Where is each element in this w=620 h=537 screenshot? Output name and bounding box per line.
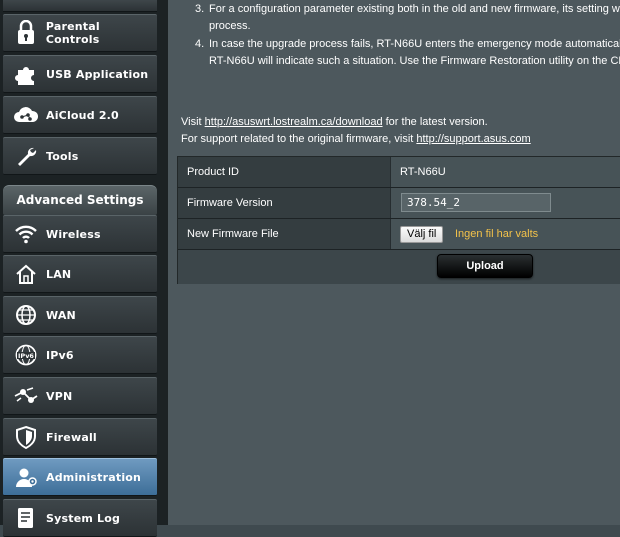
new-firmware-file-label: New Firmware File xyxy=(178,219,390,249)
table-row-firmware-version: Firmware Version 378.54_2 xyxy=(178,188,620,219)
latest-version-link[interactable]: http://asuswrt.lostrealm.ca/download xyxy=(205,116,383,128)
support-line: For support related to the original firm… xyxy=(181,131,531,148)
system-log-icon xyxy=(12,504,40,532)
support-link[interactable]: http://support.asus.com xyxy=(416,133,530,145)
sidebar-item-system-log[interactable]: System Log xyxy=(3,499,157,537)
note-number: 3. xyxy=(195,3,205,15)
note-text: process. xyxy=(209,20,251,32)
sidebar-item-label: Firewall xyxy=(46,430,97,444)
upload-button[interactable]: Upload xyxy=(437,254,533,278)
sidebar-item-tools[interactable]: Tools xyxy=(3,137,157,175)
administration-icon xyxy=(12,463,40,491)
table-row-new-firmware-file: New Firmware File Välj fil Ingen fil har… xyxy=(178,219,620,250)
sidebar-item-label: IPv6 xyxy=(46,348,74,362)
parental-controls-icon xyxy=(12,19,40,47)
sidebar-item-aicloud[interactable]: AiCloud 2.0 xyxy=(3,96,157,134)
firmware-version-cell: 378.54_2 xyxy=(390,188,620,218)
product-id-value: RT-N66U xyxy=(390,157,620,187)
sidebar-item-label: LAN xyxy=(46,267,72,281)
new-firmware-file-cell: Välj fil Ingen fil har valts xyxy=(390,219,620,249)
firmware-version-label: Firmware Version xyxy=(178,188,390,218)
sidebar-item-label: Tools xyxy=(46,149,79,163)
upgrade-notes: 3. For a configuration parameter existin… xyxy=(195,0,620,67)
sidebar-item-label: Parental Controls xyxy=(45,20,100,46)
note-text: For a configuration parameter existing b… xyxy=(209,3,620,15)
sidebar-item-ipv6[interactable]: IPv6 IPv6 xyxy=(3,336,157,374)
vpn-icon xyxy=(12,382,40,410)
upload-row: Upload xyxy=(178,250,620,284)
sidebar-item-label: Administration xyxy=(46,470,142,484)
ipv6-icon: IPv6 xyxy=(12,341,40,369)
note-number: 4. xyxy=(195,38,205,50)
sidebar-item-label: Wireless xyxy=(46,227,101,241)
firmware-version-field[interactable]: 378.54_2 xyxy=(401,193,551,212)
sidebar-item-partial[interactable] xyxy=(3,0,157,12)
latest-version-line: Visit http://asuswrt.lostrealm.ca/downlo… xyxy=(181,114,531,131)
sidebar-item-label: VPN xyxy=(46,389,73,403)
sidebar-item-label: USB Application xyxy=(46,67,149,81)
sidebar-item-label: WAN xyxy=(46,308,76,322)
note-text: RT-N66U will indicate such a situation. … xyxy=(209,55,620,67)
advanced-settings-header: Advanced Settings xyxy=(3,185,157,215)
no-file-selected-text: Ingen fil har valts xyxy=(455,228,539,240)
svg-text:IPv6: IPv6 xyxy=(18,352,34,360)
latest-version-suffix: for the latest version. xyxy=(382,116,488,128)
product-id-label: Product ID xyxy=(178,157,390,187)
latest-version-prefix: Visit xyxy=(181,116,205,128)
table-row-product-id: Product ID RT-N66U xyxy=(178,157,620,188)
lan-icon xyxy=(12,260,40,288)
support-prefix: For support related to the original firm… xyxy=(181,133,417,145)
sidebar-item-firewall[interactable]: Firewall xyxy=(3,418,157,456)
sidebar-item-wan[interactable]: WAN xyxy=(3,296,157,334)
main-content: 3. For a configuration parameter existin… xyxy=(168,0,620,525)
wan-icon xyxy=(12,301,40,329)
note-text: In case the upgrade process fails, RT-N6… xyxy=(209,38,620,50)
note-item-3-continued: process. xyxy=(195,18,620,34)
note-item-4: 4. In case the upgrade process fails, RT… xyxy=(195,36,620,52)
aicloud-icon xyxy=(12,101,40,129)
choose-file-button[interactable]: Välj fil xyxy=(400,226,444,243)
usb-application-icon xyxy=(12,60,40,88)
sidebar-item-usb-application[interactable]: USB Application xyxy=(3,55,157,93)
sidebar-item-vpn[interactable]: VPN xyxy=(3,377,157,415)
sidebar-item-label: System Log xyxy=(46,511,121,525)
note-item-4-continued: RT-N66U will indicate such a situation. … xyxy=(195,53,620,69)
firewall-icon xyxy=(12,423,40,451)
sidebar-item-parental-controls[interactable]: Parental Controls xyxy=(3,14,157,52)
sidebar-item-lan[interactable]: LAN xyxy=(3,255,157,293)
wireless-icon xyxy=(12,220,40,248)
firmware-table: Product ID RT-N66U Firmware Version 378.… xyxy=(177,156,620,284)
sidebar-item-label: AiCloud 2.0 xyxy=(46,108,119,122)
tools-icon xyxy=(12,142,40,170)
note-item-3: 3. For a configuration parameter existin… xyxy=(195,1,620,17)
latest-version-info: Visit http://asuswrt.lostrealm.ca/downlo… xyxy=(181,114,531,148)
sidebar-item-wireless[interactable]: Wireless xyxy=(3,215,157,253)
sidebar: Parental Controls USB Application AiClou… xyxy=(0,0,168,537)
sidebar-item-administration[interactable]: Administration xyxy=(3,458,157,496)
